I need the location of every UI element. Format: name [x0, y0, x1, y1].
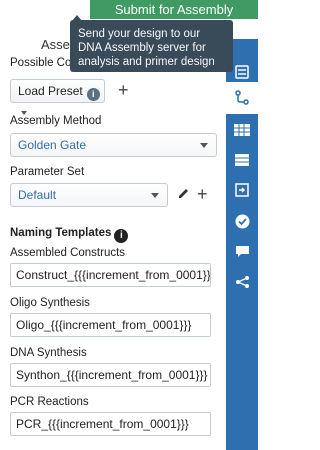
load-preset-button[interactable]: Load Preset i	[10, 79, 105, 115]
chevron-down-icon	[200, 143, 208, 148]
naming-templates-title: Naming Templates i	[10, 227, 129, 243]
naming-templates-label: Naming Templates	[10, 227, 112, 239]
parameter-set-value: Default	[18, 188, 57, 202]
rail-item-table[interactable]	[226, 144, 258, 176]
dna-synthesis-input[interactable]	[10, 363, 211, 387]
grid-icon	[234, 124, 250, 136]
rail-item-import[interactable]	[226, 174, 258, 206]
submit-for-assembly-button[interactable]: Submit for Assembly	[90, 0, 258, 19]
import-icon	[235, 183, 249, 197]
add-parameter-set-button[interactable]: +	[197, 185, 208, 203]
field-label-oligo-synthesis: Oligo Synthesis	[10, 297, 90, 309]
assembly-method-label: Assembly Method	[10, 115, 102, 127]
assembly-method-value: Golden Gate	[18, 138, 87, 152]
oligo-synthesis-input[interactable]	[10, 313, 211, 337]
load-preset-label: Load Preset	[18, 84, 83, 98]
check-circle-icon	[235, 214, 249, 228]
info-icon: i	[86, 88, 100, 101]
field-label-pcr-reactions: PCR Reactions	[10, 396, 89, 408]
list-icon	[235, 65, 249, 79]
edit-icon[interactable]	[177, 186, 191, 203]
rail-item-check[interactable]	[226, 205, 258, 237]
add-preset-button[interactable]: +	[118, 81, 129, 99]
branch-icon	[235, 90, 249, 105]
chevron-down-icon	[151, 193, 159, 198]
parameter-set-select[interactable]: Default	[10, 183, 168, 207]
right-tool-rail	[226, 39, 258, 450]
rail-item-share[interactable]	[226, 266, 258, 298]
rail-item-branch[interactable]	[226, 82, 258, 114]
table-icon	[235, 154, 249, 166]
share-icon	[235, 276, 249, 288]
field-label-dna-synthesis: DNA Synthesis	[10, 347, 87, 359]
assembly-panel: Assem Possible Com Load Preset i + Assemb…	[0, 20, 226, 450]
tooltip-arrow	[72, 15, 82, 21]
tooltip-text: Send your design to our DNA Assembly ser…	[78, 28, 215, 68]
rail-item-comments[interactable]	[226, 236, 258, 268]
comment-icon	[235, 246, 249, 257]
parameter-set-label: Parameter Set	[10, 166, 85, 178]
pcr-reactions-input[interactable]	[10, 412, 211, 436]
assembly-method-select[interactable]: Golden Gate	[10, 133, 217, 157]
rail-item-grid[interactable]	[226, 114, 258, 146]
assembled-constructs-input[interactable]	[10, 263, 211, 287]
submit-tooltip: Send your design to our DNA Assembly ser…	[70, 15, 233, 72]
info-icon: i	[114, 229, 129, 243]
field-label-assembled-constructs: Assembled Constructs	[10, 247, 126, 259]
